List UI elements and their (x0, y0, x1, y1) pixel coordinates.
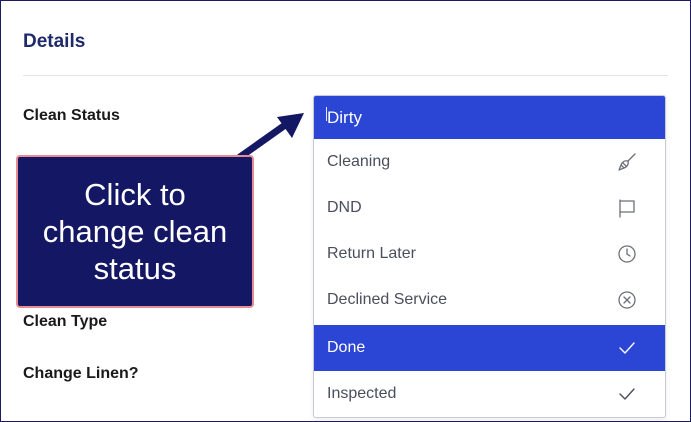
tooltip-callout: Click to change clean status (16, 155, 254, 308)
option-label: Declined Service (327, 291, 448, 308)
option-cleaning[interactable]: Cleaning (314, 139, 665, 185)
option-declined-service[interactable]: Declined Service (314, 277, 665, 323)
checkmark-icon (617, 338, 637, 358)
divider (23, 75, 668, 76)
text-cursor (326, 107, 327, 121)
option-done[interactable]: Done (314, 325, 665, 371)
option-label: Inspected (327, 385, 397, 402)
clean-status-label: Clean Status (23, 107, 120, 124)
option-dnd[interactable]: DND (314, 185, 665, 231)
checkmark-icon (617, 384, 637, 404)
flag-icon (617, 198, 637, 218)
option-label: DND (327, 199, 362, 216)
broom-icon (617, 152, 637, 172)
option-label: Done (327, 339, 366, 356)
callout-text: Click to change clean status (42, 177, 228, 286)
clean-status-select[interactable]: Dirty (314, 96, 665, 139)
change-linen-label: Change Linen? (23, 365, 139, 382)
option-return-later[interactable]: Return Later (314, 231, 665, 277)
option-label: Cleaning (327, 153, 391, 170)
clock-icon (617, 244, 637, 264)
selected-value: Dirty (327, 108, 362, 127)
option-label: Return Later (327, 245, 416, 262)
x-circle-icon (617, 290, 637, 310)
clean-status-dropdown[interactable]: Dirty Cleaning DND Return Later Declined… (313, 95, 666, 418)
section-title: Details (23, 31, 86, 52)
clean-type-label: Clean Type (23, 313, 108, 330)
option-inspected[interactable]: Inspected (314, 371, 665, 417)
